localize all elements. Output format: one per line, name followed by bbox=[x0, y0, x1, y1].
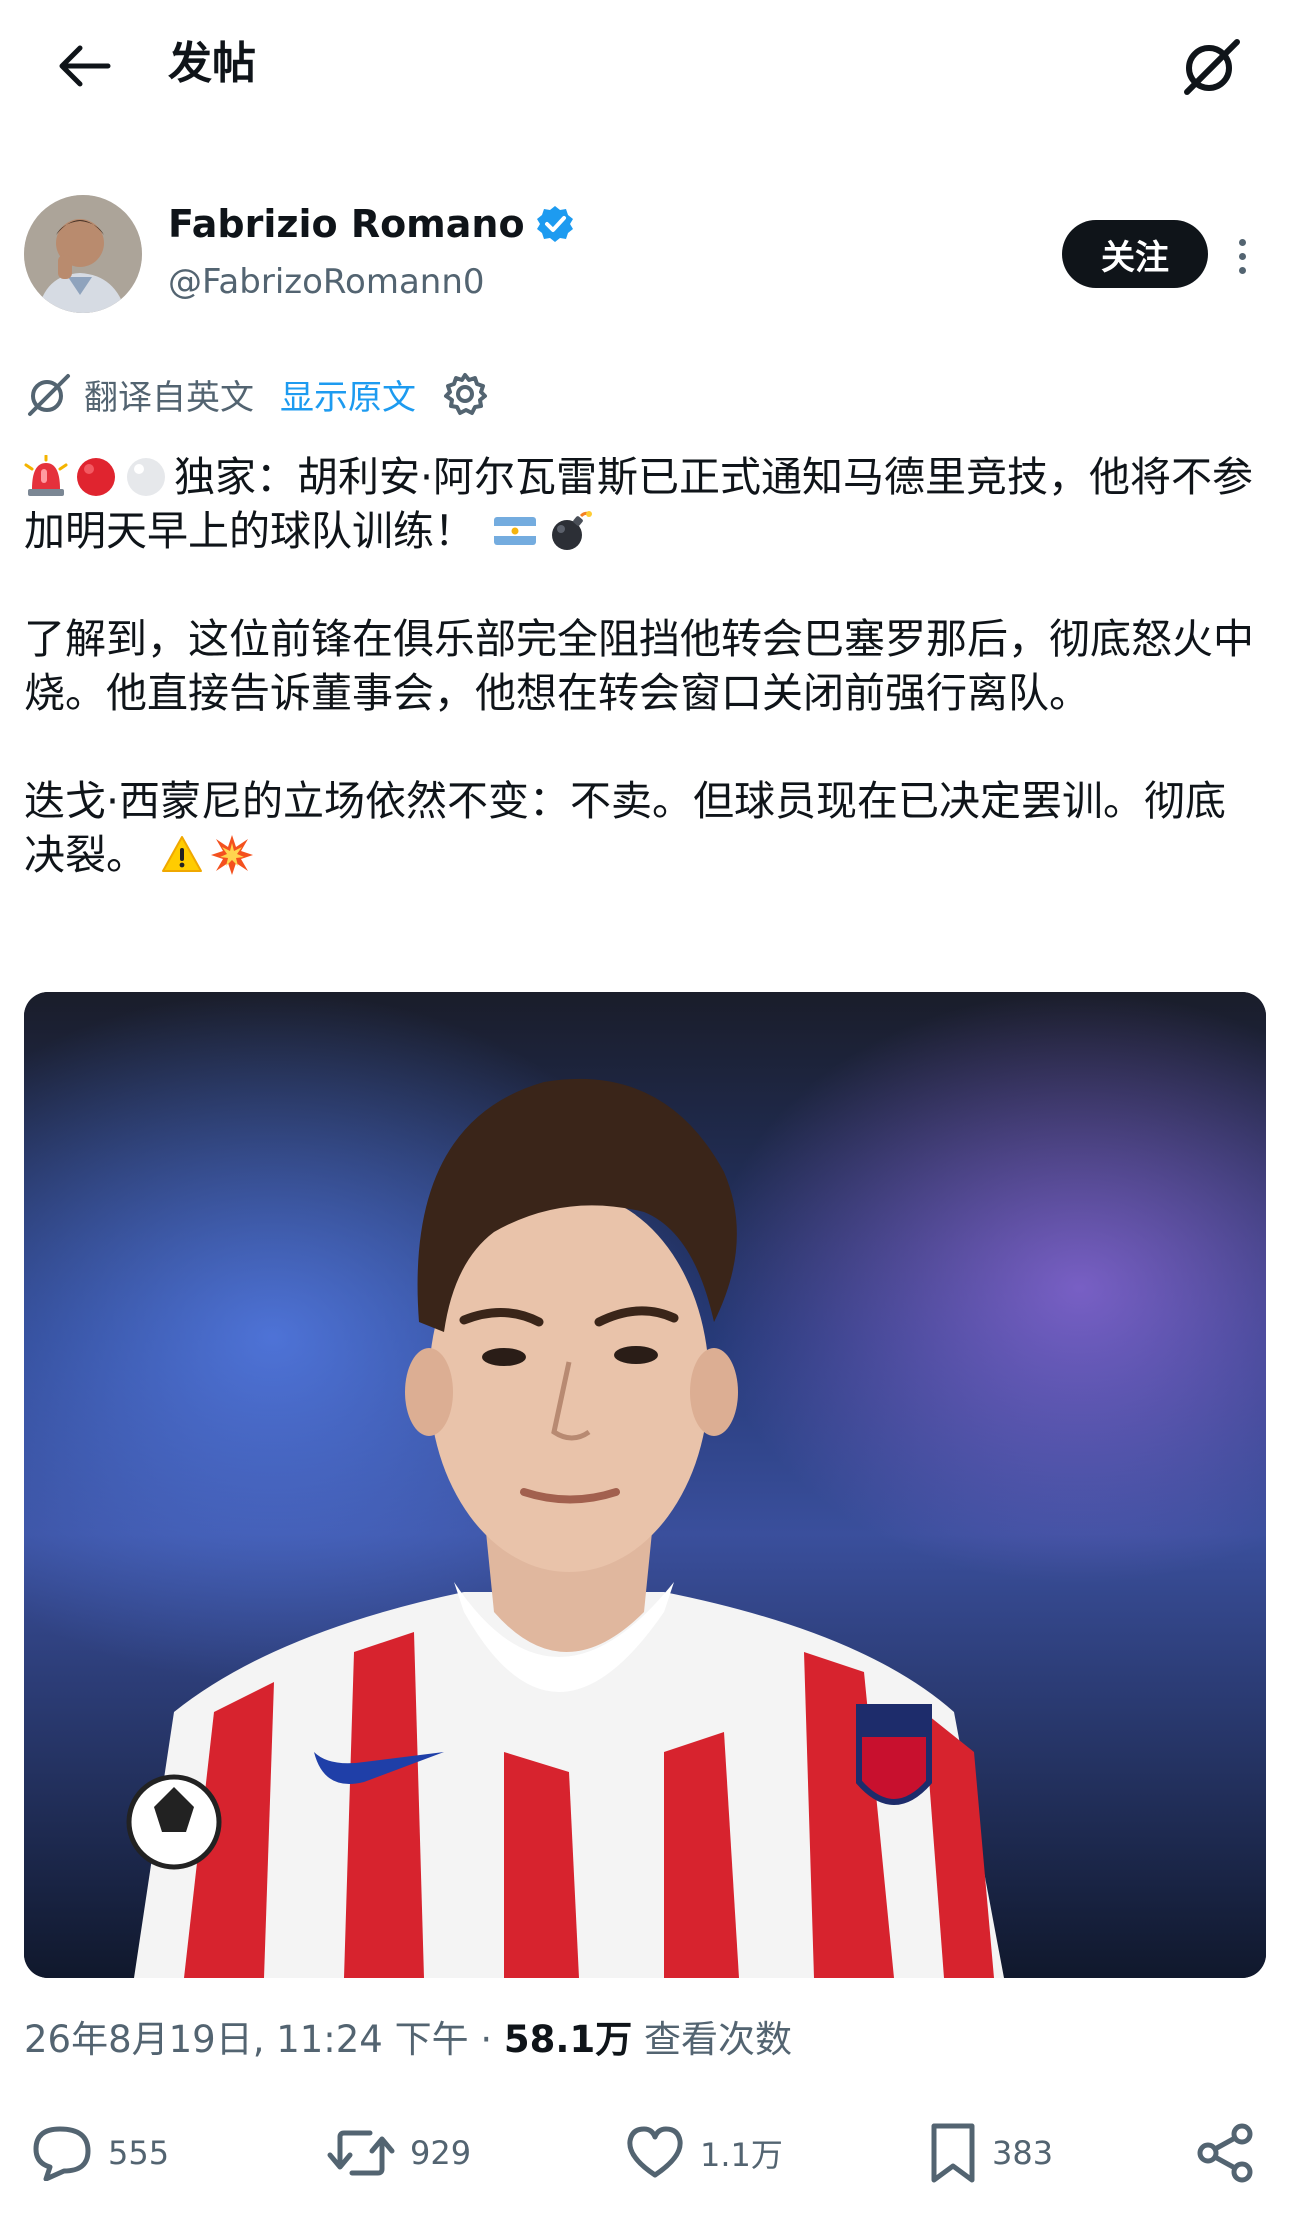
more-options-button[interactable] bbox=[1222, 226, 1262, 286]
translation-settings-button[interactable] bbox=[442, 371, 488, 417]
tweet-text-p1: 独家：胡利安·阿尔瓦雷斯已正式通知马德里竞技，他将不参加明天早上的球队训练！ bbox=[24, 453, 1254, 555]
tweet-paragraph: 独家：胡利安·阿尔瓦雷斯已正式通知马德里竞技，他将不参加明天早上的球队训练！ bbox=[24, 450, 1264, 558]
action-bar: 555 929 1.1万 383 bbox=[24, 2118, 1266, 2188]
like-button[interactable]: 1.1万 bbox=[624, 2118, 783, 2188]
back-button[interactable] bbox=[44, 28, 124, 104]
grok-button[interactable] bbox=[1166, 24, 1256, 108]
tweet-meta: 26年8月19日, 11:24 下午 · 58.1万 查看次数 bbox=[24, 2010, 792, 2070]
avatar[interactable] bbox=[24, 195, 142, 313]
bookmark-button[interactable]: 383 bbox=[928, 2118, 1053, 2188]
reply-icon bbox=[33, 2126, 91, 2181]
translated-note: 翻译自英文 bbox=[84, 377, 254, 418]
player-photo bbox=[24, 992, 1266, 1978]
tweet-text-p3: 迭戈·西蒙尼的立场依然不变：不卖。但球员现在已决定罢训。彻底决裂。 bbox=[24, 777, 1227, 879]
tweet-photo[interactable] bbox=[24, 992, 1266, 1978]
gear-icon bbox=[444, 373, 487, 415]
reply-count: 555 bbox=[108, 2134, 170, 2172]
tweet-paragraph: 了解到，这位前锋在俱乐部完全阻挡他转会巴塞罗那后，彻底怒火中烧。他直接告诉董事会… bbox=[24, 612, 1264, 720]
like-count: 1.1万 bbox=[700, 2136, 783, 2174]
reply-button[interactable]: 555 bbox=[32, 2118, 169, 2188]
meta-separator: · bbox=[468, 2018, 504, 2061]
collision-icon bbox=[211, 835, 254, 875]
avatar-image bbox=[24, 195, 142, 313]
repost-icon bbox=[327, 2130, 395, 2176]
arrow-left-icon bbox=[59, 45, 111, 87]
repost-count: 929 bbox=[410, 2134, 472, 2172]
views-count: 58.1万 bbox=[503, 2018, 633, 2061]
heart-icon bbox=[627, 2126, 683, 2178]
white-circle-icon bbox=[127, 458, 165, 496]
verified-badge-icon bbox=[536, 206, 573, 242]
dot-icon bbox=[1238, 252, 1246, 260]
bomb-icon bbox=[552, 511, 593, 550]
grok-icon bbox=[28, 374, 70, 416]
tweet-body: 独家：胡利安·阿尔瓦雷斯已正式通知马德里竞技，他将不参加明天早上的球队训练！ 了… bbox=[24, 450, 1264, 936]
dot-icon bbox=[1238, 266, 1246, 274]
tweet-paragraph: 迭戈·西蒙尼的立场依然不变：不卖。但球员现在已决定罢训。彻底决裂。 bbox=[24, 774, 1264, 882]
views-label: 查看次数 bbox=[632, 2018, 792, 2061]
show-original-link[interactable]: 显示原文 bbox=[280, 370, 416, 419]
tweet-text-p2: 了解到，这位前锋在俱乐部完全阻挡他转会巴塞罗那后，彻底怒火中烧。他直接告诉董事会… bbox=[24, 615, 1254, 717]
author-handle[interactable]: @FabrizoRomann0 bbox=[168, 260, 485, 304]
warning-icon bbox=[162, 836, 203, 872]
repost-button[interactable]: 929 bbox=[326, 2118, 471, 2188]
timestamp[interactable]: 26年8月19日, 11:24 下午 bbox=[24, 2018, 469, 2061]
argentina-flag-icon bbox=[494, 517, 537, 545]
share-icon bbox=[1197, 2123, 1253, 2183]
share-button[interactable] bbox=[1194, 2118, 1256, 2188]
red-circle-icon bbox=[77, 458, 115, 496]
bookmark-count: 383 bbox=[992, 2134, 1054, 2172]
author-name[interactable]: Fabrizio Romano bbox=[168, 200, 525, 248]
page-title: 发帖 bbox=[168, 38, 256, 89]
author-name-row[interactable]: Fabrizio Romano bbox=[168, 200, 575, 248]
translation-bar: 翻译自英文 显示原文 bbox=[24, 366, 488, 422]
siren-icon bbox=[24, 455, 68, 496]
follow-button[interactable]: 关注 bbox=[1062, 220, 1208, 288]
grok-icon bbox=[1184, 39, 1240, 95]
bookmark-icon bbox=[931, 2123, 975, 2183]
dot-icon bbox=[1238, 238, 1246, 246]
